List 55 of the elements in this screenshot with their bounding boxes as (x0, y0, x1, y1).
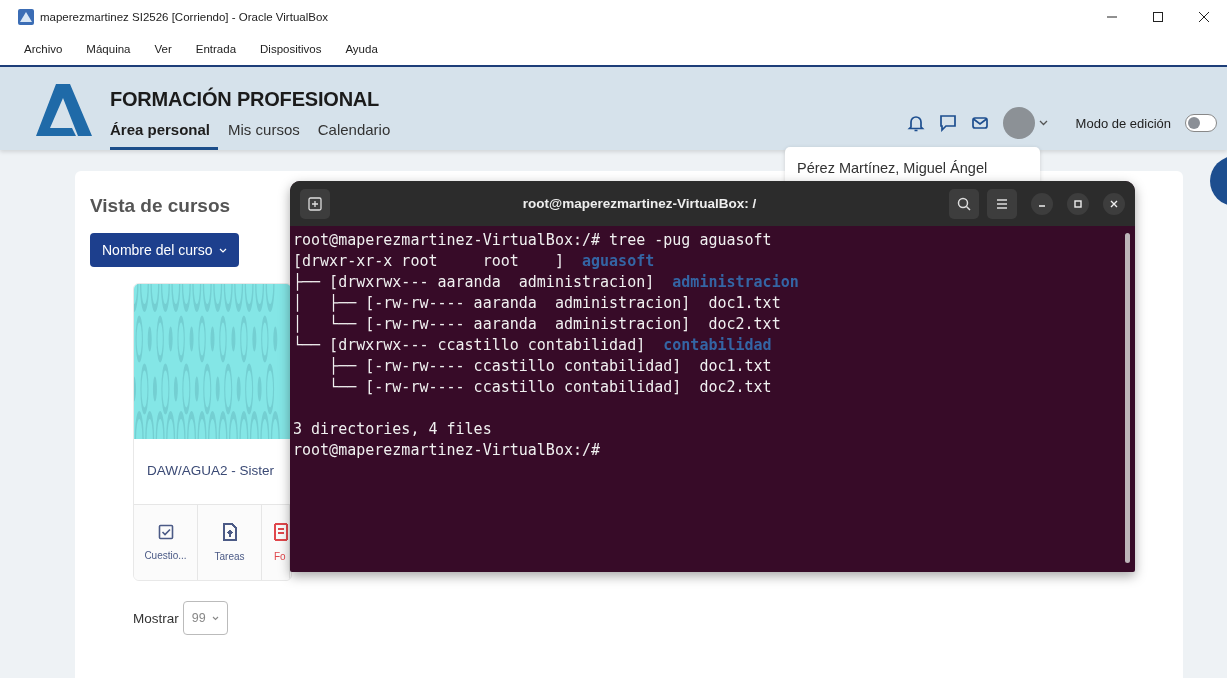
plus-icon (308, 196, 322, 211)
terminal-line: └── [drwxrwx--- ccastillo contabilidad] contabilidad (293, 335, 772, 356)
activity-link[interactable]: Cuestio... (134, 505, 198, 580)
caret-icon (218, 247, 227, 253)
terminal-line: ├── [drwxrwx--- aaranda administracion] administracion (293, 272, 799, 293)
window-title: maperezmartinez SI2526 [Corriendo] - Oracle VirtualBox (40, 10, 330, 23)
menu-item[interactable]: Dispositivos (248, 43, 334, 55)
close-icon (1110, 199, 1118, 208)
minimize-button[interactable] (1031, 192, 1053, 215)
mail-icon[interactable] (970, 114, 989, 132)
nav-tab[interactable]: Calendario (317, 121, 399, 150)
terminal-line: ├── [-rw-rw---- ccastillo contabilidad] doc1.txt (328, 356, 772, 377)
caret-icon (211, 615, 219, 621)
maximize-icon (1074, 199, 1082, 208)
close-button[interactable] (1103, 192, 1125, 215)
nav-tab[interactable]: Área personal (110, 121, 219, 150)
search-icon (957, 196, 971, 211)
course-title[interactable]: DAW/AGUA2 - Sister (134, 439, 291, 504)
bell-icon[interactable] (906, 114, 925, 132)
menu-icon (996, 198, 1008, 209)
terminal-title: root@maperezmartinez-VirtualBox: / (521, 196, 758, 211)
site-title: FORMACIÓN PROFESIONAL (110, 88, 381, 111)
search-button[interactable] (949, 188, 979, 219)
terminal-line: │ ├── [-rw-rw---- aaranda administracion] doc1.txt (293, 293, 781, 314)
checkbox-icon (157, 524, 174, 540)
maximize-button[interactable] (1067, 192, 1089, 215)
menu-item[interactable]: Archivo (12, 43, 75, 55)
new-tab-button[interactable] (300, 188, 330, 219)
terminal-line: root@maperezmartinez-VirtualBox:/# (293, 440, 601, 461)
section-heading: Vista de cursos (90, 195, 231, 217)
caret-icon[interactable] (1038, 120, 1048, 126)
page-size-select[interactable]: 99 (182, 601, 228, 635)
edit-mode-label: Modo de edición (1075, 115, 1171, 131)
terminal-line: │ └── [-rw-rw---- aaranda administracion] doc2.txt (293, 314, 781, 335)
logo-icon (36, 84, 92, 136)
menu-item[interactable]: Máquina (74, 43, 143, 55)
terminal-line: 3 directories, 4 files (293, 419, 492, 440)
edit-mode-toggle[interactable] (1185, 114, 1217, 132)
app-icon (18, 8, 34, 25)
terminal-line: [drwxr-xr-x root root ] aguasoft (293, 251, 655, 272)
activity-link[interactable]: Fo (262, 505, 290, 580)
nav-tab[interactable]: Mis cursos (228, 121, 308, 150)
file-upload-icon (222, 523, 237, 541)
scrollbar[interactable] (1125, 233, 1130, 563)
menu-item[interactable]: Ayuda (333, 43, 390, 55)
course-card[interactable]: DAW/AGUA2 - Sister Cuestio... Tareas Fo (133, 283, 292, 581)
menu-item[interactable]: Ver (142, 43, 184, 55)
terminal-line: root@maperezmartinez-VirtualBox:/# tree -pug aguasoft (293, 230, 772, 251)
menu-button[interactable] (987, 188, 1017, 219)
chat-icon[interactable] (938, 114, 957, 132)
activity-link[interactable]: Tareas (198, 505, 262, 580)
terminal-line: └── [-rw-rw---- ccastillo contabilidad] doc2.txt (328, 377, 772, 398)
menu-item[interactable]: Entrada (183, 43, 249, 55)
sort-dropdown-button[interactable]: Nombre del curso (90, 233, 239, 267)
show-label: Mostrar (133, 610, 179, 626)
